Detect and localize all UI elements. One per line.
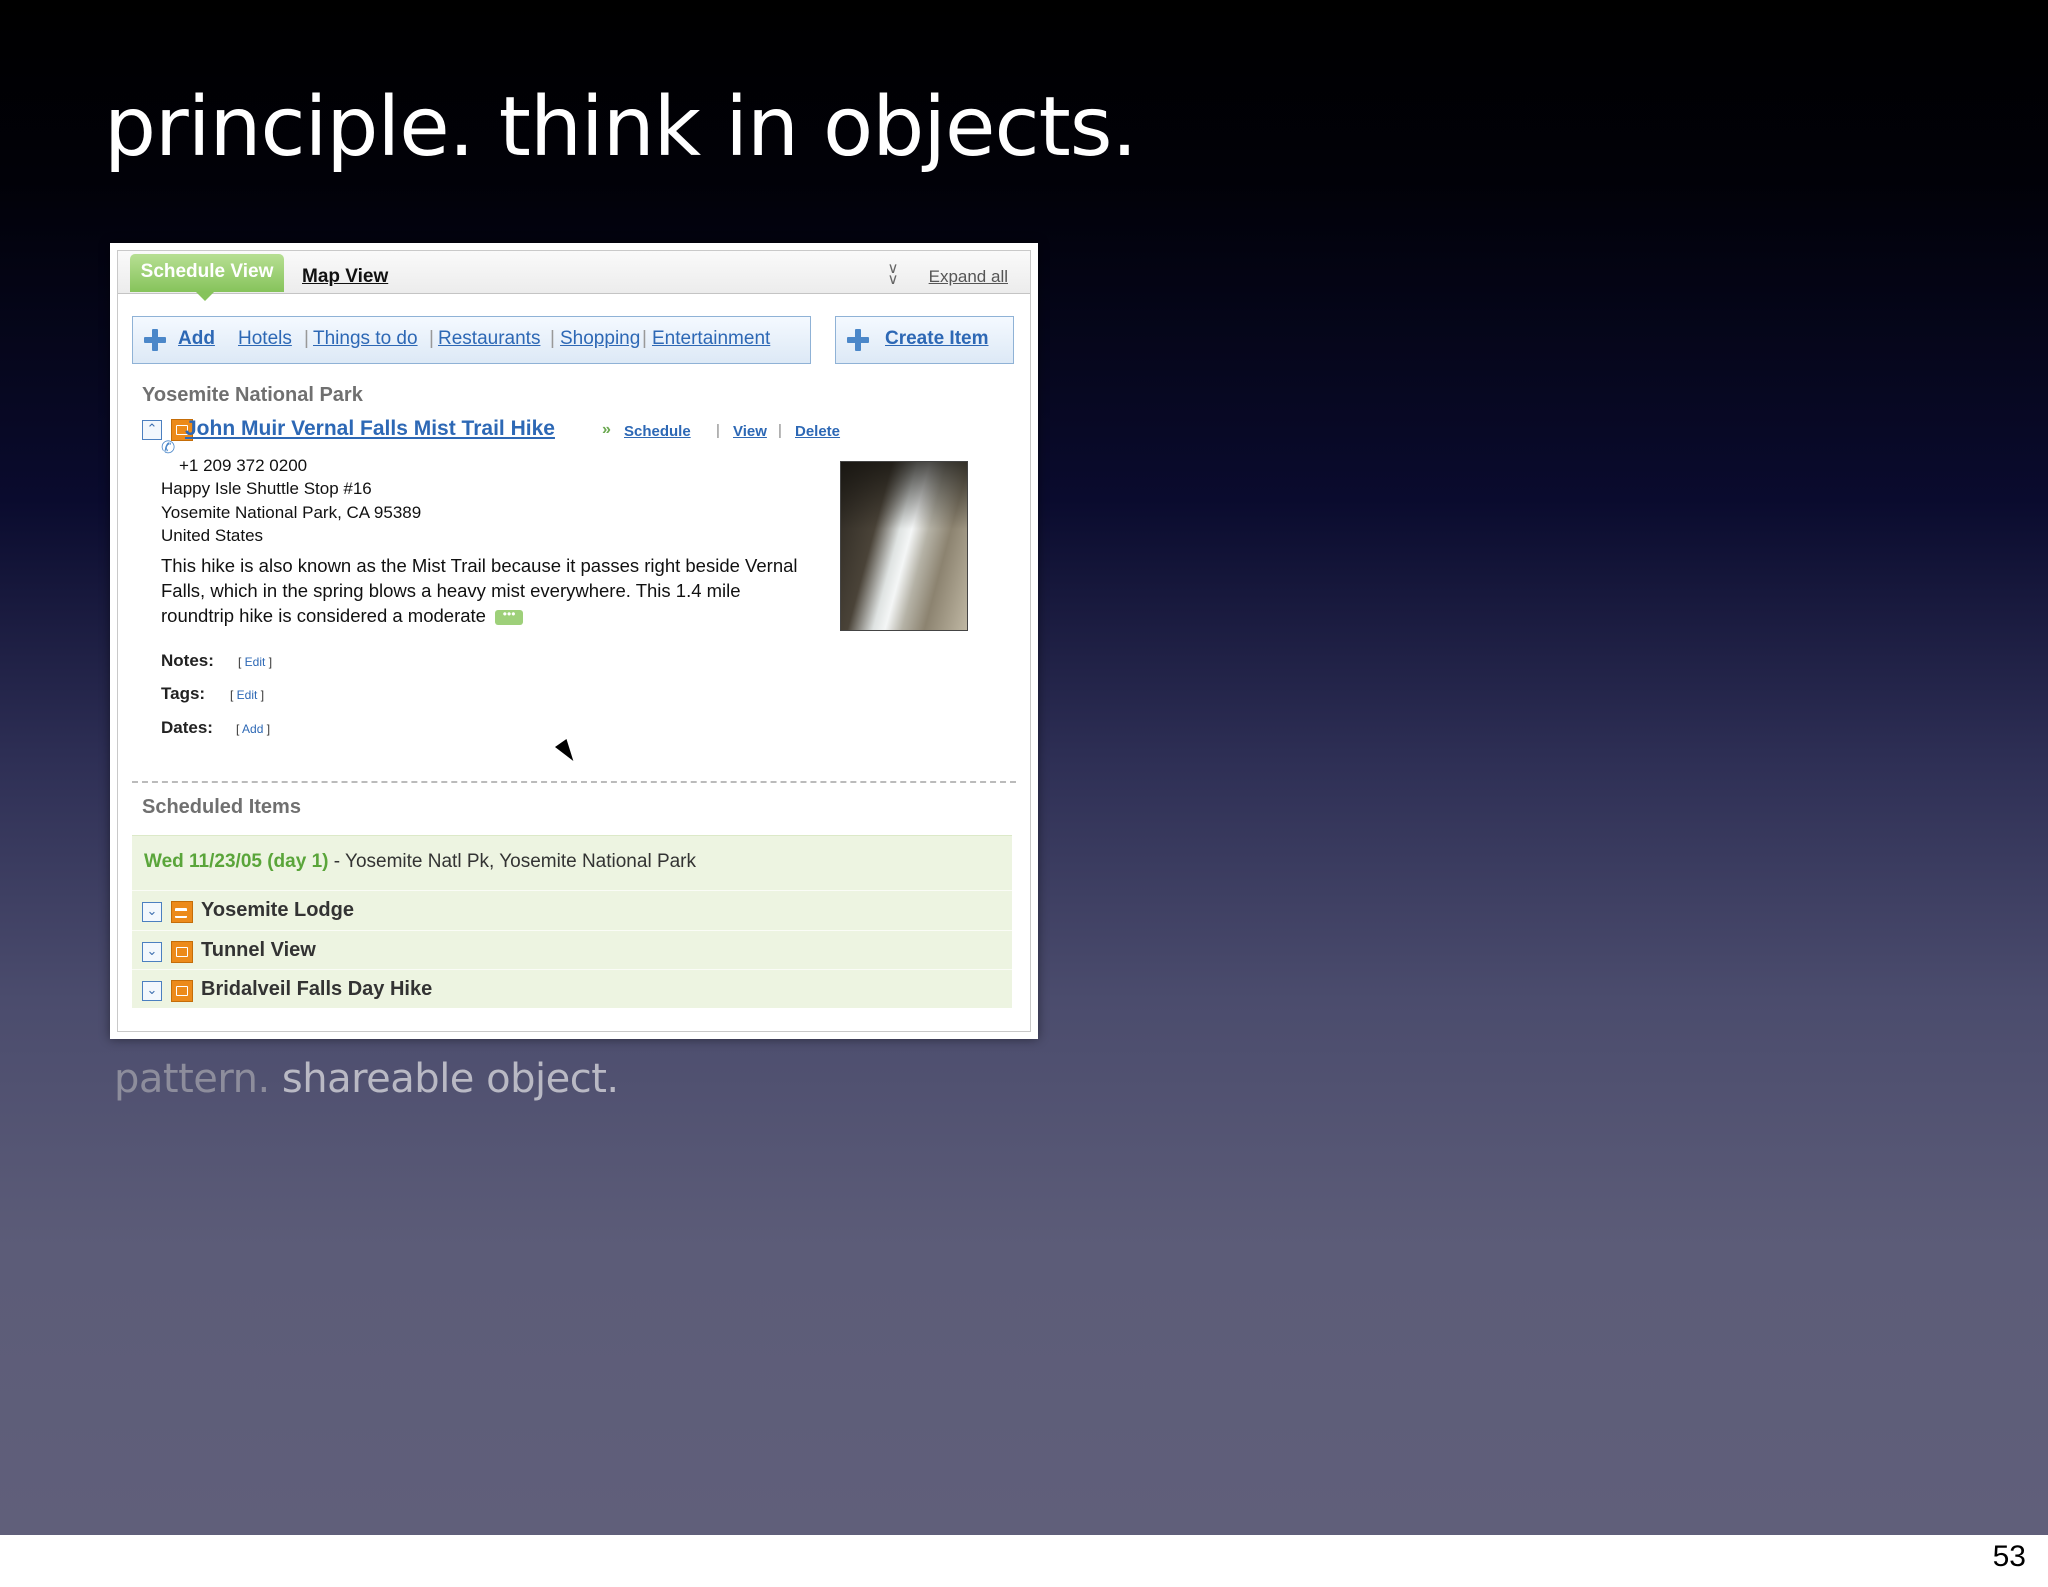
collapse-item-icon[interactable]: ⌃ — [142, 420, 162, 440]
address-line: Yosemite National Park, CA 95389 — [161, 503, 422, 522]
tab-schedule-view[interactable]: Schedule View — [130, 254, 284, 292]
screenshot-frame: Schedule View Map View ∨ ∨ Expand all Add… — [117, 250, 1031, 1032]
category-link-things-to-do[interactable]: Things to do — [313, 328, 418, 350]
tab-map-view[interactable]: Map View — [302, 266, 388, 288]
plus-icon[interactable] — [144, 329, 166, 351]
activity-category-icon — [171, 941, 193, 963]
expand-item-icon[interactable]: ⌄ — [142, 981, 162, 1001]
slide-title: principle. think in objects. — [104, 80, 1138, 175]
day-date: Wed 11/23/05 (day 1) — [144, 851, 329, 872]
expand-all-link[interactable]: Expand all — [929, 267, 1008, 287]
view-tab-bar: Schedule View Map View ∨ ∨ Expand all — [118, 251, 1030, 301]
delete-link[interactable]: Delete — [795, 423, 840, 440]
tags-label: Tags: — [161, 684, 206, 703]
address-line: Happy Isle Shuttle Stop #16 — [161, 479, 372, 498]
expand-item-icon[interactable]: ⌄ — [142, 902, 162, 922]
activity-category-icon — [171, 980, 193, 1002]
create-item-label: Create Item — [885, 328, 989, 349]
scheduled-item-row[interactable]: ⌄ Tunnel View — [132, 930, 1012, 969]
tags-edit-text[interactable]: Edit — [237, 688, 258, 702]
scheduled-item-name[interactable]: Yosemite Lodge — [201, 899, 354, 922]
scheduled-item-name[interactable]: Bridalveil Falls Day Hike — [201, 978, 432, 1001]
caption-emphasis: shareable object. — [281, 1056, 619, 1102]
address-line: United States — [161, 526, 264, 545]
hotel-bed-icon — [171, 901, 193, 923]
create-item-button[interactable]: Create Item — [835, 316, 1014, 364]
scheduled-item-row[interactable]: ⌄ Yosemite Lodge — [132, 890, 1012, 929]
category-separator: | — [642, 328, 647, 349]
notes-label: Notes: — [161, 651, 214, 670]
active-tab-pointer-icon — [196, 292, 214, 301]
action-separator: | — [716, 422, 720, 439]
phone-number: +1 209 372 0200 — [179, 456, 308, 475]
slide-number: 53 — [1992, 1540, 2026, 1573]
scheduled-item-name[interactable]: Tunnel View — [201, 939, 316, 962]
category-link-shopping[interactable]: Shopping — [560, 328, 640, 350]
slide-background: principle. think in objects. Schedule Vi… — [0, 0, 2048, 1535]
category-separator: | — [429, 328, 434, 349]
scheduled-day-group: Wed 11/23/05 (day 1) - Yosemite Natl Pk,… — [132, 835, 1012, 1008]
add-category-bar: Add Hotels | Things to do | Restaurants … — [132, 316, 811, 364]
expand-item-icon[interactable]: ⌄ — [142, 942, 162, 962]
add-link[interactable]: Add — [178, 328, 215, 350]
tags-edit-link[interactable]: [ Edit ] — [230, 688, 264, 702]
item-title-link[interactable]: John Muir Vernal Falls Mist Trail Hike — [185, 417, 555, 441]
scheduled-item-row[interactable]: ⌄ Bridalveil Falls Day Hike — [132, 969, 1012, 1008]
section-divider — [132, 781, 1016, 783]
park-heading: Yosemite National Park — [142, 384, 363, 406]
embedded-screenshot: Schedule View Map View ∨ ∨ Expand all Add… — [110, 243, 1038, 1039]
description-text: This hike is also known as the Mist Trai… — [161, 555, 798, 626]
action-separator: | — [778, 422, 782, 439]
category-separator: | — [550, 328, 555, 349]
item-description: This hike is also known as the Mist Trai… — [161, 553, 801, 628]
waterfall-photo — [840, 461, 968, 631]
dates-label: Dates: — [161, 718, 213, 737]
day-location: - Yosemite Natl Pk, Yosemite National Pa… — [333, 851, 697, 872]
category-link-restaurants[interactable]: Restaurants — [438, 328, 540, 350]
slide-caption: pattern. shareable object. — [114, 1056, 619, 1102]
day-header: Wed 11/23/05 (day 1) - Yosemite Natl Pk,… — [144, 851, 696, 873]
notes-edit-text[interactable]: Edit — [245, 655, 266, 669]
caption-prefix: pattern. — [114, 1056, 270, 1102]
schedule-link[interactable]: Schedule — [624, 423, 691, 440]
dates-add-link[interactable]: [ Add ] — [236, 722, 270, 736]
view-link[interactable]: View — [733, 423, 767, 440]
mouse-cursor-icon — [555, 738, 580, 766]
raquo-icon: » — [602, 421, 611, 438]
dates-add-text[interactable]: Add — [242, 722, 263, 736]
category-link-entertainment[interactable]: Entertainment — [652, 328, 770, 350]
plus-icon — [847, 329, 869, 351]
category-link-hotels[interactable]: Hotels — [238, 328, 292, 350]
scheduled-items-heading: Scheduled Items — [142, 796, 301, 818]
more-ellipsis-button[interactable]: ••• — [495, 608, 524, 625]
phone-icon: ✆ — [161, 438, 176, 457]
notes-edit-link[interactable]: [ Edit ] — [238, 655, 272, 669]
double-chevron-down-icon[interactable]: ∨ ∨ — [884, 261, 902, 287]
category-separator: | — [304, 328, 309, 349]
